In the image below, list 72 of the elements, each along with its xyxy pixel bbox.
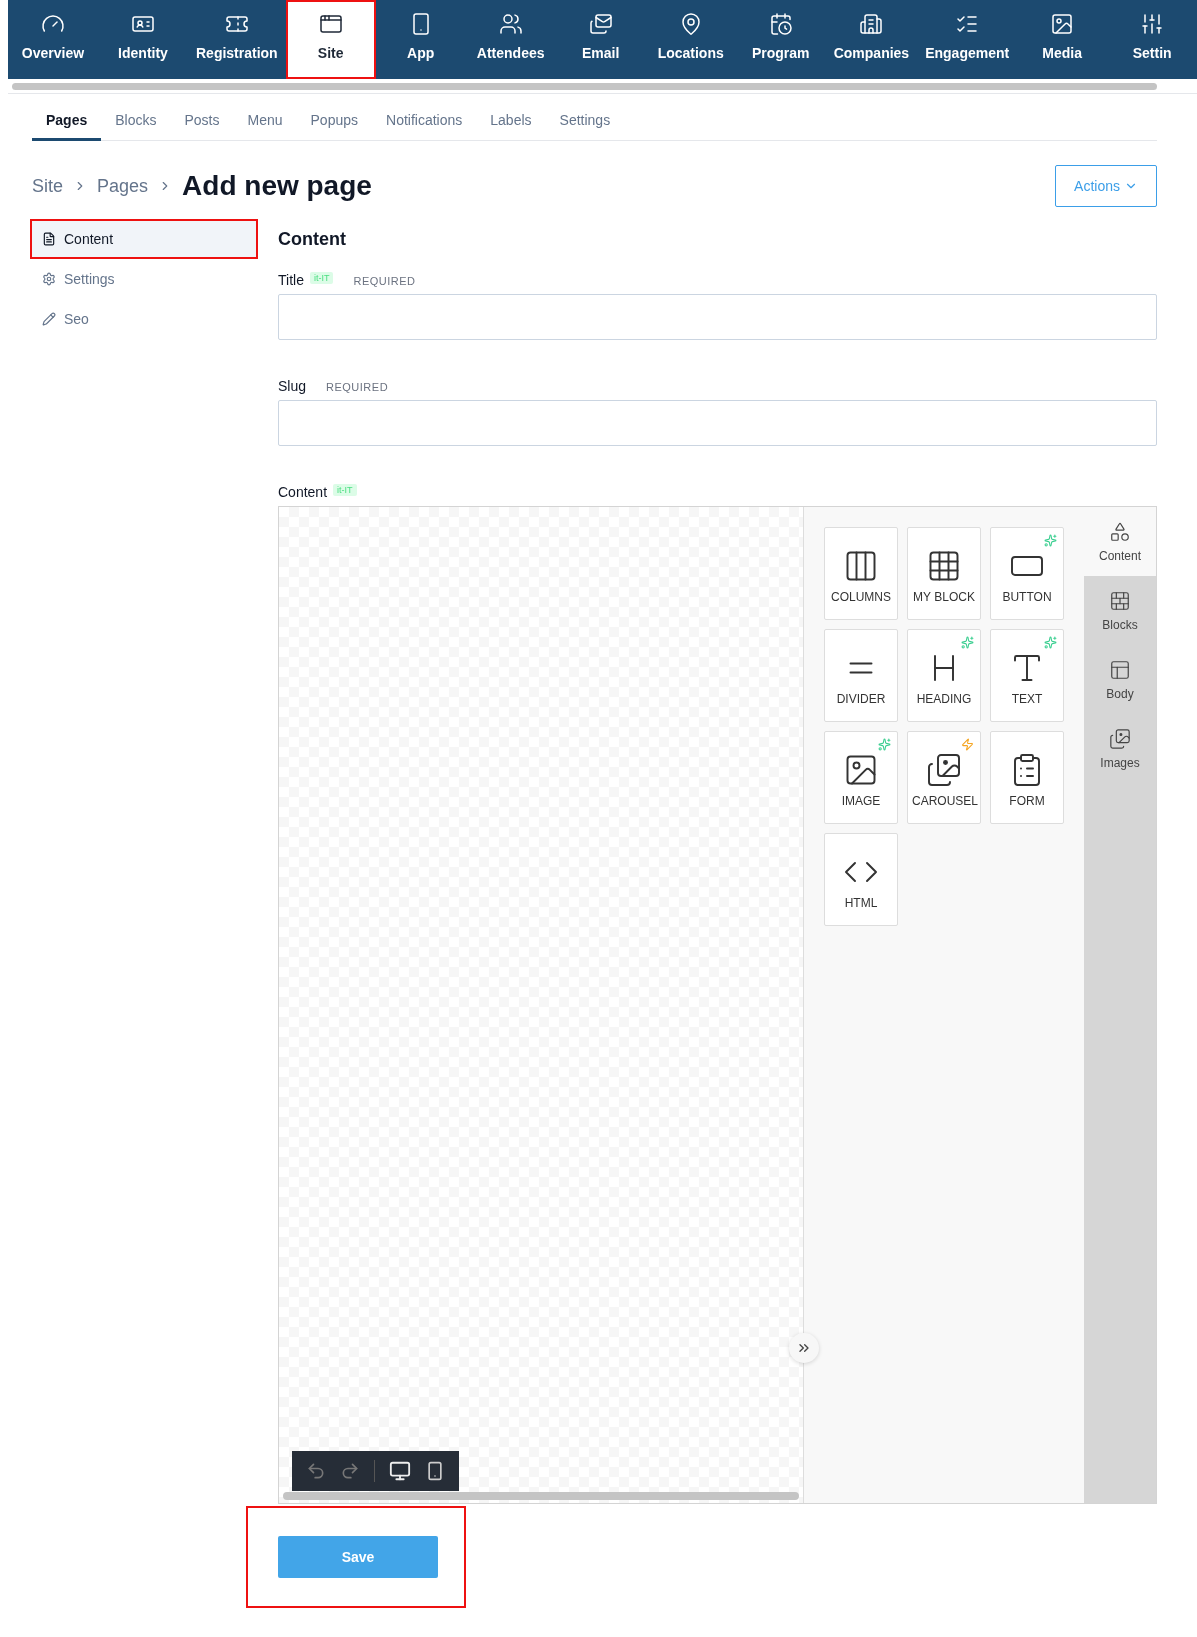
scrollbar[interactable] (12, 83, 1157, 90)
side-menu-item[interactable]: Settings (32, 261, 256, 297)
tab[interactable]: Menu (233, 112, 297, 141)
block-tile[interactable]: BUTTON (990, 527, 1064, 620)
nav-item[interactable]: Attendees (465, 0, 556, 79)
locale-tag: it-IT (309, 272, 334, 284)
mail-icon (588, 12, 613, 36)
tab[interactable]: Notifications (372, 112, 477, 141)
breadcrumb-link[interactable]: Site (32, 175, 64, 197)
tab[interactable]: Blocks (101, 112, 171, 141)
field-label: Title (278, 272, 304, 288)
phone-icon[interactable] (425, 1461, 445, 1481)
block-tile[interactable]: IMAGE (824, 731, 898, 824)
document-icon (42, 232, 56, 246)
image-icon (1050, 12, 1075, 36)
settings-icon (42, 272, 56, 286)
block-tile[interactable]: MY BLOCK (907, 527, 981, 620)
nav-item[interactable]: Registration (188, 0, 286, 79)
side-tab[interactable]: Images (1084, 714, 1156, 783)
side-menu-item[interactable]: Seo (32, 301, 256, 337)
block-tile[interactable]: DIVIDER (824, 629, 898, 722)
block-tile[interactable]: HTML (824, 833, 898, 926)
nav-item[interactable]: Settin (1107, 0, 1197, 79)
field-label: Slug (278, 378, 307, 394)
side-tab[interactable]: Blocks (1084, 576, 1156, 645)
images-icon (1109, 727, 1131, 750)
tab[interactable]: Labels (476, 112, 546, 141)
shapes-icon (1109, 520, 1131, 543)
page-title: Add new page (182, 170, 373, 202)
sliders-icon (1140, 12, 1165, 36)
nav-item[interactable]: Program (735, 0, 826, 79)
block-tile[interactable]: TEXT (990, 629, 1064, 722)
scrollbar[interactable] (283, 1492, 799, 1500)
brick-wall-icon (1109, 589, 1131, 612)
side-tab[interactable]: Content (1084, 507, 1156, 576)
tab[interactable]: Posts (170, 112, 234, 141)
nav-item[interactable]: Overview (8, 0, 98, 79)
block-tile[interactable]: FORM (990, 731, 1064, 824)
building-icon (859, 12, 884, 36)
desktop-icon[interactable] (389, 1460, 411, 1482)
nav-item[interactable]: Media (1017, 0, 1108, 79)
layout-icon (1109, 658, 1131, 681)
images-icon (926, 752, 962, 788)
block-tile[interactable]: CAROUSEL (907, 731, 981, 824)
tab[interactable]: Pages (32, 112, 102, 141)
side-tab[interactable]: Body (1084, 645, 1156, 714)
text-field[interactable] (278, 294, 1157, 340)
nav-item[interactable]: Site (285, 0, 376, 79)
required-label: REQUIRED (326, 381, 389, 393)
required-label: REQUIRED (353, 275, 416, 287)
nav-item[interactable]: Companies (825, 0, 918, 79)
side-menu-item[interactable]: Content (32, 221, 256, 257)
nav-item[interactable]: Locations (645, 0, 736, 79)
tab[interactable]: Settings (545, 112, 625, 141)
redo-icon[interactable] (340, 1461, 360, 1481)
breadcrumb-link[interactable]: Pages (97, 175, 149, 197)
window-icon (318, 12, 343, 36)
block-tile[interactable]: COLUMNS (824, 527, 898, 620)
nav-item[interactable]: Engagement (917, 0, 1018, 79)
calendar-icon (768, 12, 793, 36)
nav-item[interactable]: App (375, 0, 466, 79)
section-title: Content (278, 229, 347, 250)
people-icon (498, 12, 523, 36)
text-field[interactable] (278, 400, 1157, 446)
undo-icon[interactable] (306, 1461, 326, 1481)
pencil-icon (42, 312, 56, 326)
field-label: Content (278, 484, 328, 500)
nav-item[interactable]: Identity (98, 0, 188, 79)
locale-tag: it-IT (333, 484, 357, 496)
nav-item[interactable]: Email (555, 0, 646, 79)
tab[interactable]: Popups (296, 112, 372, 141)
block-tile[interactable]: HEADING (907, 629, 981, 722)
